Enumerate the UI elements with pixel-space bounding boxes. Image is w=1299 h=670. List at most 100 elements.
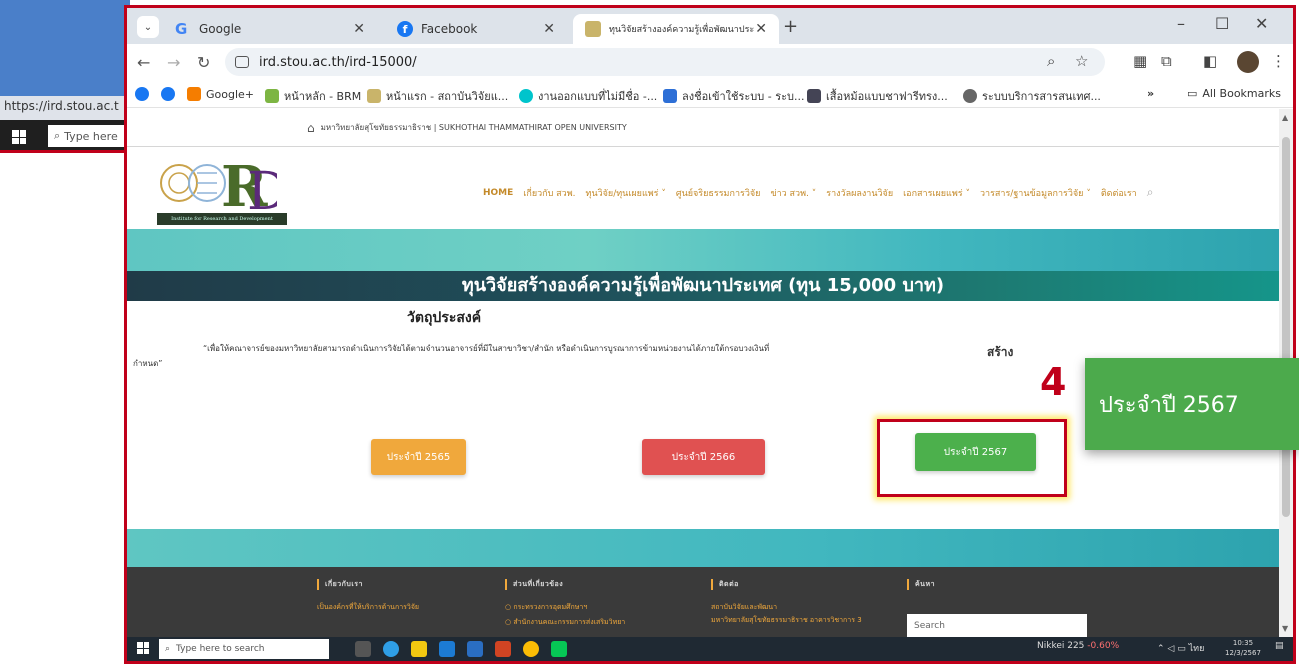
menu-icon[interactable]: ⋮ (1271, 52, 1286, 70)
bookmark-shirt[interactable]: เสื้อหม้อแบบชาฟารีทรง... (807, 87, 948, 105)
chrome-icon[interactable] (523, 641, 539, 657)
bookmark-login[interactable]: ลงชื่อเข้าใช้ระบบ - ระบ... (663, 87, 805, 105)
blogger-icon (187, 87, 201, 101)
windows-start-icon[interactable] (137, 642, 149, 654)
search-icon[interactable]: ⌕ (1147, 185, 1154, 200)
footer-search-input[interactable]: Search (907, 614, 1087, 637)
toolbar: ← → ↻ ird.stou.ac.th/ird-15000/ ⌕ ☆ ▦ ⧉ … (127, 44, 1293, 80)
background-status-url: https://ird.stou.ac.t (4, 99, 119, 113)
zoom-icon[interactable]: ⌕ (1047, 52, 1055, 70)
footer-col-contact: ติดต่อ สถาบันวิจัยและพัฒนา มหาวิทยาลัยสุ… (711, 579, 862, 626)
mail-icon[interactable] (439, 641, 455, 657)
maximize-icon[interactable]: ☐ (1215, 14, 1229, 33)
clock-time: 10:35 (1232, 639, 1254, 647)
minimize-icon[interactable]: – (1177, 14, 1185, 33)
scroll-thumb[interactable] (1282, 137, 1290, 517)
tab-google[interactable]: G Google ✕ (163, 14, 377, 44)
store-icon[interactable] (467, 641, 483, 657)
windows-start-icon[interactable] (12, 130, 26, 144)
edge-icon[interactable] (383, 641, 399, 657)
tab-facebook[interactable]: f Facebook ✕ (385, 14, 567, 44)
tab-title: Facebook (421, 22, 478, 36)
google-icon: G (175, 20, 188, 38)
system-tray[interactable]: ⌃ ◁ ▭ ไทย (1157, 641, 1204, 655)
speaker-icon[interactable]: ◁ (1167, 644, 1174, 654)
screenshot-root: https://ird.stou.ac.t ⌕ Type here ⌄ G Go… (0, 0, 1299, 670)
task-view-icon[interactable] (355, 641, 371, 657)
calendar-icon[interactable] (411, 641, 427, 657)
tab-title: Google (199, 22, 242, 36)
close-window-icon[interactable]: ✕ (1255, 14, 1268, 33)
stock-ticker[interactable]: Nikkei 225 -0.60% (1037, 641, 1119, 651)
forward-icon[interactable]: → (167, 53, 180, 72)
bookmark-canva[interactable]: งานออกแบบที่ไม่มีชื่อ -... (519, 87, 657, 105)
footer-heading: ติดต่อ (711, 579, 862, 590)
avatar[interactable] (1237, 51, 1259, 73)
nav-documents[interactable]: เอกสารเผยแพร่ ˅ (903, 186, 970, 200)
footer-heading: ค้นหา (907, 579, 935, 590)
footer-link[interactable]: ○ กระทรวงการอุดมศึกษาฯ (505, 602, 625, 613)
year-2565-button[interactable]: ประจำปี 2565 (371, 439, 466, 475)
bookmark-ird[interactable]: หน้าแรก - สถาบันวิจัยแ... (367, 87, 508, 105)
bookmark-info-system[interactable]: ระบบบริการสารสนเทศ... (963, 87, 1101, 105)
background-search-placeholder: Type here (64, 129, 118, 143)
scroll-down-icon[interactable]: ▼ (1282, 624, 1288, 633)
nav-contact[interactable]: ติดต่อเรา (1101, 186, 1137, 200)
bookmark-facebook-1[interactable] (135, 87, 149, 101)
footer-col-related: ส่วนที่เกี่ยวข้อง ○ กระทรวงการอุดมศึกษาฯ… (505, 579, 625, 628)
nav-home[interactable]: HOME (483, 188, 513, 198)
nav-grants[interactable]: ทุนวิจัย/ทุนเผยแพร่ ˅ (586, 186, 666, 200)
tab-search-icon[interactable]: ⌄ (137, 16, 159, 38)
nav-about[interactable]: เกี่ยวกับ สวพ. (523, 186, 575, 200)
reload-icon[interactable]: ↻ (197, 53, 210, 72)
background-search-box[interactable]: ⌕ Type here (48, 125, 130, 147)
ird-icon (367, 89, 381, 103)
network-icon[interactable]: ▭ (1177, 644, 1186, 654)
tab-bar: ⌄ G Google ✕ f Facebook ✕ ทุนวิจัยสร้างอ… (127, 8, 1293, 44)
bookmark-google-plus[interactable]: Google+ (187, 87, 254, 101)
tab-ird[interactable]: ทุนวิจัยสร้างองค์ความรู้เพื่อพัฒนาประ ✕ (573, 14, 779, 44)
powerpoint-icon[interactable] (495, 641, 511, 657)
footer-text: มหาวิทยาลัยสุโขทัยธรรมาธิราช อาคารวิชากา… (711, 616, 862, 624)
bookmark-brm[interactable]: หน้าหลัก - BRM (265, 87, 361, 105)
nav-news[interactable]: ข่าว สวพ. ˅ (770, 186, 816, 200)
taskbar-search[interactable]: ⌕ Type here to search (159, 639, 329, 659)
facebook-icon (135, 87, 149, 101)
language-indicator[interactable]: ไทย (1189, 644, 1205, 654)
year-2567-button[interactable]: ประจำปี 2567 (915, 433, 1036, 471)
background-window (0, 0, 130, 96)
notification-icon[interactable]: ▤ (1275, 641, 1284, 651)
home-icon[interactable]: ⌂ (307, 121, 315, 135)
scroll-up-icon[interactable]: ▲ (1282, 113, 1288, 122)
bookmarks-bar: Google+ หน้าหลัก - BRM หน้าแรก - สถาบันว… (127, 80, 1293, 108)
line-icon[interactable] (551, 641, 567, 657)
bookmark-label: ระบบบริการสารสนเทศ... (982, 90, 1101, 103)
step-number: 4 (1040, 360, 1067, 404)
footer-col-about: เกี่ยวกับเรา เป็นองค์กรที่ให้บริการด้านก… (317, 579, 419, 613)
nikkei-label: Nikkei 225 (1037, 641, 1085, 651)
nav-journals[interactable]: วารสาร/ฐานข้อมูลการวิจัย ˅ (980, 186, 1091, 200)
site-info-icon[interactable] (235, 56, 249, 68)
close-icon[interactable]: ✕ (543, 21, 555, 37)
address-bar[interactable]: ird.stou.ac.th/ird-15000/ (225, 48, 1105, 76)
close-icon[interactable]: ✕ (353, 21, 365, 37)
year-2566-button[interactable]: ประจำปี 2566 (642, 439, 765, 475)
bookmarks-overflow-icon[interactable]: » (1147, 87, 1154, 100)
chevron-up-icon[interactable]: ⌃ (1157, 644, 1165, 654)
all-bookmarks[interactable]: ▭ All Bookmarks (1187, 87, 1281, 100)
new-tab-icon[interactable]: + (783, 16, 798, 37)
footer-link[interactable]: เป็นองค์กรที่ให้บริการด้านการวิจัย (317, 602, 419, 613)
bookmark-star-icon[interactable]: ☆ (1075, 52, 1088, 70)
nav-ethics[interactable]: ศูนย์จริยธรรมการวิจัย (676, 186, 761, 200)
bookmark-facebook-2[interactable] (161, 87, 175, 101)
nav-awards[interactable]: รางวัลผลงานวิจัย (826, 186, 893, 200)
footer (127, 567, 1279, 637)
ird-logo[interactable]: R D (157, 151, 277, 221)
extension-icon[interactable]: ▦ (1133, 52, 1147, 70)
footer-link[interactable]: ○ สำนักงานคณะกรรมการส่งเสริมวิทยา (505, 617, 625, 628)
close-icon[interactable]: ✕ (755, 21, 767, 37)
back-icon[interactable]: ← (137, 53, 150, 72)
side-panel-icon[interactable]: ◧ (1203, 52, 1217, 70)
puzzle-icon[interactable]: ⧉ (1161, 52, 1172, 70)
clock[interactable]: 10:35 12/3/2567 (1225, 638, 1261, 658)
